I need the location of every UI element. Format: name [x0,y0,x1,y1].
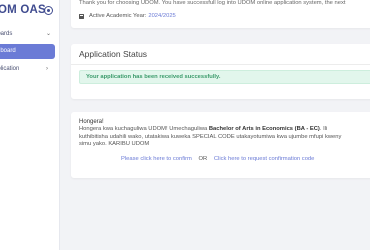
success-message: Your application has been received succe… [86,74,221,80]
success-alert: Your application has been received succe… [79,70,370,84]
or-separator: OR [198,156,208,162]
request-code-link[interactable]: Click here to request confirmation code [214,156,315,162]
academic-year-value: 2024/2025 [148,13,176,19]
academic-year-row: Active Academic Year: 2024/2025 [79,13,176,19]
sidebar-item-application[interactable]: pplication › [0,63,56,76]
brand-logo-text: OM OAS [0,4,46,16]
sidebar-item-dashboards[interactable]: boards ⌄ [0,28,56,41]
chevron-right-icon: › [46,66,48,72]
message-text: kuthibitisha udahili wako, utatakiwa kuw… [79,133,342,140]
main-content: Thank you for choosing UDOM. You have su… [60,0,370,250]
sidebar-item-label: boards [0,31,13,37]
congrats-heading: Hongera! [79,119,104,125]
confirm-link[interactable]: Please click here to confirm [121,156,192,162]
congratulations-card: Hongera! Hongera kwa kuchaguliwa UDOM! U… [71,112,370,178]
application-status-card: Application Status Your application has … [71,44,370,99]
congrats-message: Hongera kwa kuchaguliwa UDOM! Umechaguli… [79,126,341,149]
sidebar-toggle-icon[interactable] [44,6,53,15]
confirmation-links: Please click here to confirm OR Click he… [121,156,314,162]
message-text: simu yako. KARIBU UDOM [79,141,150,147]
sidebar-item-label: shboard [0,48,16,54]
sidebar-item-label: pplication [0,66,20,72]
welcome-card: Thank you for choosing UDOM. You have su… [71,0,370,28]
sidebar: OM OAS boards ⌄ shboard pplication › [0,0,60,250]
message-text: . Ili [319,126,328,132]
academic-year-label: Active Academic Year: [89,13,147,19]
message-text: Hongera kwa kuchaguliwa UDOM! Umechaguli… [79,126,209,132]
divider [71,64,370,65]
status-title: Application Status [79,49,148,59]
calendar-icon [79,13,84,19]
sidebar-item-dashboard-active[interactable]: shboard [0,44,55,59]
program-name: Bachelor of Arts in Economics (BA - EC) [208,126,320,132]
welcome-text: Thank you for choosing UDOM. You have su… [79,0,346,6]
chevron-down-icon: ⌄ [46,31,52,37]
